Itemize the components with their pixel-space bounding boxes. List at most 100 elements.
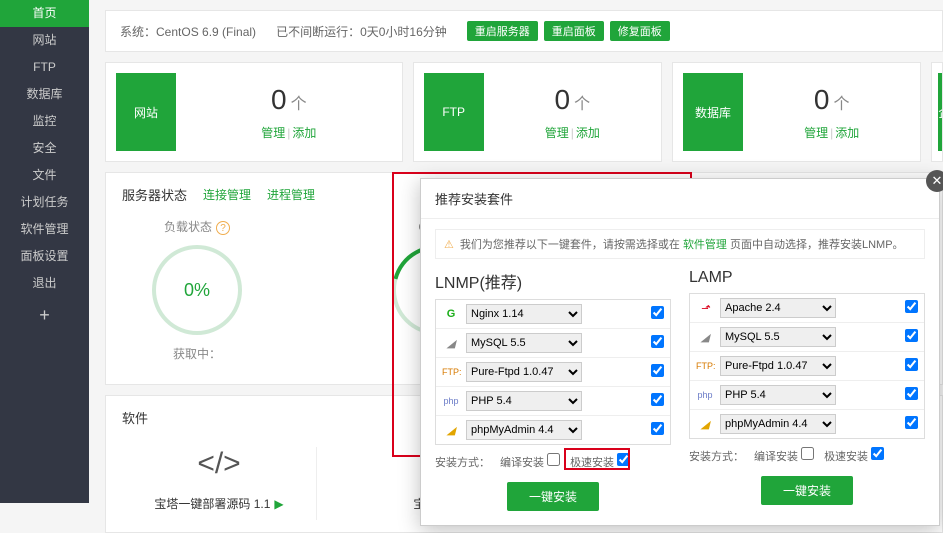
pkg-checkbox[interactable] (905, 358, 918, 371)
pkg-select[interactable]: phpMyAdmin 4.4 (466, 420, 582, 440)
pkg-row: ◢ MySQL 5.5 (436, 329, 670, 358)
sidebar-item-ftp[interactable]: FTP (0, 54, 89, 81)
pkg-select[interactable]: PHP 5.4 (466, 391, 582, 411)
stat-badge: 网站 (116, 73, 176, 151)
pkg-select[interactable]: MySQL 5.5 (466, 333, 582, 353)
pkg-icon: ◢ (696, 418, 714, 431)
warning-icon: ⚠ (444, 238, 454, 251)
stat-badge: 数据库 (683, 73, 743, 151)
lamp-column: LAMP ⬏Apache 2.4◢MySQL 5.5FTP:Pure-Ftpd … (689, 269, 925, 511)
pkg-select[interactable]: PHP 5.4 (720, 385, 836, 405)
restart-server-button[interactable]: 重启服务器 (467, 21, 538, 41)
help-icon[interactable]: ? (216, 221, 230, 235)
pkg-row: FTP: Pure-Ftpd 1.0.47 (690, 352, 924, 381)
pkg-select[interactable]: Nginx 1.14 (466, 304, 582, 324)
pkg-checkbox[interactable] (905, 387, 918, 400)
software-mgmt-link[interactable]: 软件管理 (683, 239, 727, 251)
sidebar-item-website[interactable]: 网站 (0, 27, 89, 54)
pkg-checkbox[interactable] (651, 422, 664, 435)
col-title: LNMP(推荐) (435, 269, 671, 293)
pkg-select[interactable]: Pure-Ftpd 1.0.47 (720, 356, 836, 376)
install-modal: ✕ 推荐安装套件 ⚠ 我们为您推荐以下一键套件，请按需选择或在 软件管理 页面中… (420, 178, 940, 526)
sidebar-item-database[interactable]: 数据库 (0, 81, 89, 108)
col-title: LAMP (689, 269, 925, 287)
sidebar-add-button[interactable]: + (0, 305, 89, 326)
sidebar-item-home[interactable]: 首页 (0, 0, 89, 27)
pkg-checkbox[interactable] (905, 329, 918, 342)
pkg-icon: FTP: (442, 367, 460, 377)
connection-mgmt-link[interactable]: 连接管理 (203, 186, 251, 203)
sidebar-item-software[interactable]: 软件管理 (0, 216, 89, 243)
pkg-icon: ◢ (442, 337, 460, 350)
pkg-row: ◢ phpMyAdmin 4.4 (436, 416, 670, 444)
pkg-checkbox[interactable] (905, 416, 918, 429)
manage-link[interactable]: 管理 (804, 126, 828, 140)
fast-install-checkbox[interactable]: 极速安装 (824, 447, 884, 464)
stat-row: 网站 0个 管理|添加 FTP 0个 管理|添加 数据库 0个 管理|添加 企 (105, 62, 943, 162)
pkg-icon: php (442, 396, 460, 406)
modal-warning: ⚠ 我们为您推荐以下一键套件，请按需选择或在 软件管理 页面中自动选择，推荐安装… (435, 229, 925, 259)
gauge-circle: 0% (152, 245, 242, 335)
pkg-row: ◢MySQL 5.5 (690, 323, 924, 352)
pkg-icon: ⬏ (696, 302, 714, 315)
pkg-select[interactable]: MySQL 5.5 (720, 327, 836, 347)
stat-badge: FTP (424, 73, 484, 151)
stat-card-website: 网站 0个 管理|添加 (105, 62, 403, 162)
sidebar-item-logout[interactable]: 退出 (0, 270, 89, 297)
stat-card-enterprise: 企 (931, 62, 943, 162)
pkg-row: FTP: Pure-Ftpd 1.0.47 (436, 358, 670, 387)
fast-install-checkbox[interactable]: 极速安装 (570, 457, 630, 469)
pkg-select[interactable]: phpMyAdmin 4.4 (720, 414, 836, 434)
repair-panel-button[interactable]: 修复面板 (610, 21, 670, 41)
stat-badge: 企 (938, 73, 943, 151)
pkg-checkbox[interactable] (905, 300, 918, 313)
manage-link[interactable]: 管理 (261, 126, 285, 140)
stat-value: 0 (814, 84, 830, 115)
sidebar: 首页 网站 FTP 数据库 监控 安全 文件 计划任务 软件管理 面板设置 退出… (0, 0, 89, 503)
sidebar-item-cron[interactable]: 计划任务 (0, 189, 89, 216)
pkg-checkbox[interactable] (651, 364, 664, 377)
compile-install-checkbox[interactable]: 编译安装 (500, 453, 560, 470)
gauge-sub: 获取中： (122, 345, 272, 362)
restart-panel-button[interactable]: 重启面板 (544, 21, 604, 41)
sidebar-item-security[interactable]: 安全 (0, 135, 89, 162)
process-mgmt-link[interactable]: 进程管理 (267, 186, 315, 203)
pkg-icon: ◢ (442, 424, 460, 437)
pkg-row: ⬏ Apache 2.4 (690, 294, 924, 323)
modal-title: 推荐安装套件 (421, 179, 939, 219)
pkg-row: G Nginx 1.14 (436, 300, 670, 329)
sidebar-item-files[interactable]: 文件 (0, 162, 89, 189)
sidebar-item-settings[interactable]: 面板设置 (0, 243, 89, 270)
manage-link[interactable]: 管理 (545, 126, 569, 140)
pkg-row: php PHP 5.4 (690, 381, 924, 410)
uptime-info: 已不间断运行：0天0小时16分钟 (276, 23, 447, 40)
stat-card-database: 数据库 0个 管理|添加 (672, 62, 921, 162)
chevron-right-icon: ▶ (274, 497, 283, 511)
add-link[interactable]: 添加 (576, 126, 600, 140)
add-link[interactable]: 添加 (292, 126, 316, 140)
pkg-icon: G (442, 308, 460, 320)
pkg-select[interactable]: Apache 2.4 (720, 298, 836, 318)
system-info: 系统：CentOS 6.9 (Final) (120, 23, 256, 40)
pkg-row: ◢ phpMyAdmin 4.4 (690, 410, 924, 438)
pkg-icon: php (696, 390, 714, 400)
pkg-checkbox[interactable] (651, 393, 664, 406)
pkg-select[interactable]: Pure-Ftpd 1.0.47 (466, 362, 582, 382)
pkg-icon: FTP: (696, 361, 714, 371)
stat-card-ftp: FTP 0个 管理|添加 (413, 62, 662, 162)
add-link[interactable]: 添加 (835, 126, 859, 140)
stat-value: 0 (271, 84, 287, 115)
install-lnmp-button[interactable]: 一键安装 (507, 482, 599, 511)
close-icon[interactable]: ✕ (926, 170, 943, 192)
install-lamp-button[interactable]: 一键安装 (761, 476, 853, 505)
soft-card-deploy[interactable]: </> 宝塔一键部署源码 1.1▶ (122, 447, 317, 520)
sidebar-item-monitor[interactable]: 监控 (0, 108, 89, 135)
compile-install-checkbox[interactable]: 编译安装 (754, 447, 814, 464)
pkg-checkbox[interactable] (651, 335, 664, 348)
stat-value: 0 (555, 84, 571, 115)
pkg-checkbox[interactable] (651, 306, 664, 319)
pkg-row: php PHP 5.4 (436, 387, 670, 416)
code-icon: </> (122, 447, 316, 483)
topbar: 系统：CentOS 6.9 (Final) 已不间断运行：0天0小时16分钟 重… (105, 10, 943, 52)
lnmp-column: LNMP(推荐) G Nginx 1.14 ◢ MySQL 5.5 FTP: Pure-F… (435, 269, 671, 511)
